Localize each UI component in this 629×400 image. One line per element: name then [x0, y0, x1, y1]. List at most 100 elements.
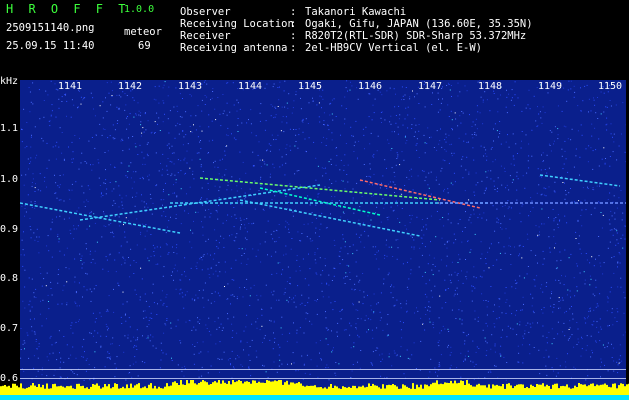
noise-pixel [280, 130, 282, 132]
noise-pixel [83, 262, 85, 264]
noise-pixel [473, 209, 475, 211]
noise-pixel [279, 86, 280, 88]
noise-pixel [302, 118, 304, 120]
noise-pixel [68, 268, 70, 270]
noise-pixel [143, 201, 145, 203]
noise-pixel [140, 112, 142, 114]
noise-pixel [557, 134, 559, 136]
audio-level-bar [542, 383, 544, 395]
noise-pixel [335, 147, 337, 149]
noise-pixel [207, 351, 209, 353]
noise-pixel [599, 366, 601, 368]
noise-pixel [440, 330, 442, 332]
noise-pixel [456, 274, 458, 276]
noise-pixel [120, 162, 122, 164]
noise-pixel [325, 167, 326, 169]
noise-pixel [557, 223, 559, 225]
noise-pixel [198, 290, 200, 291]
noise-pixel [550, 305, 552, 307]
noise-pixel [278, 236, 280, 238]
noise-pixel [453, 295, 455, 297]
audio-level-bar [470, 385, 472, 395]
noise-pixel [429, 310, 431, 312]
noise-pixel [409, 215, 411, 216]
noise-pixel [182, 296, 184, 298]
noise-pixel [357, 334, 359, 336]
noise-pixel [409, 98, 411, 100]
noise-pixel [163, 199, 165, 201]
noise-pixel [360, 234, 362, 236]
noise-pixel [264, 335, 266, 337]
noise-pixel [455, 318, 457, 319]
noise-pixel [162, 352, 164, 354]
noise-pixel [432, 274, 434, 276]
noise-pixel [94, 321, 96, 323]
noise-pixel [519, 244, 521, 246]
noise-pixel [304, 138, 306, 140]
audio-level-bar [458, 382, 460, 395]
noise-pixel [118, 185, 120, 187]
noise-pixel [380, 317, 382, 319]
noise-pixel [206, 96, 208, 98]
noise-pixel [563, 125, 565, 127]
noise-pixel [107, 150, 109, 152]
noise-pixel [526, 233, 528, 235]
noise-pixel [358, 140, 360, 142]
noise-pixel [590, 110, 592, 112]
noise-pixel [307, 313, 309, 315]
noise-pixel [553, 229, 555, 231]
noise-pixel [531, 129, 533, 131]
noise-pixel [24, 269, 26, 271]
noise-pixel [600, 328, 602, 330]
noise-pixel [343, 329, 345, 331]
noise-pixel [242, 296, 244, 298]
noise-pixel [580, 124, 582, 126]
noise-pixel [140, 267, 142, 269]
noise-pixel [573, 366, 575, 368]
audio-level-bar [464, 385, 466, 395]
noise-pixel [146, 230, 148, 232]
noise-pixel [140, 231, 142, 233]
noise-pixel [41, 325, 43, 327]
noise-pixel [588, 315, 589, 317]
noise-pixel [300, 108, 302, 110]
noise-pixel [52, 146, 54, 148]
noise-pixel [553, 190, 555, 192]
noise-pixel [441, 237, 443, 239]
noise-pixel [301, 294, 303, 296]
noise-pixel [235, 358, 237, 360]
noise-pixel [520, 147, 522, 149]
noise-pixel [319, 229, 321, 231]
noise-pixel [309, 238, 311, 240]
noise-pixel [315, 157, 317, 159]
noise-pixel [250, 123, 252, 125]
audio-level-bar [40, 387, 42, 395]
noise-pixel [291, 112, 293, 114]
noise-pixel [50, 335, 52, 337]
noise-pixel [353, 346, 355, 348]
y-tick-label: 1.1 [0, 123, 19, 134]
noise-pixel [323, 168, 325, 169]
noise-pixel [512, 133, 514, 135]
noise-pixel [417, 310, 419, 312]
noise-pixel [559, 251, 561, 253]
noise-pixel [115, 181, 117, 183]
noise-pixel [269, 150, 271, 152]
noise-pixel [286, 122, 288, 124]
noise-pixel [175, 182, 177, 184]
noise-pixel [444, 243, 446, 245]
noise-pixel [201, 375, 203, 377]
noise-pixel [463, 332, 465, 334]
noise-pixel [48, 159, 50, 161]
noise-pixel [217, 317, 219, 319]
noise-pixel [94, 330, 96, 332]
noise-pixel [382, 329, 384, 331]
noise-pixel [365, 126, 367, 128]
noise-pixel [567, 89, 569, 91]
noise-pixel [342, 234, 344, 236]
noise-pixel [442, 325, 444, 327]
noise-pixel [36, 154, 38, 156]
noise-pixel [284, 226, 286, 228]
noise-pixel [564, 150, 566, 152]
noise-pixel [84, 161, 86, 162]
